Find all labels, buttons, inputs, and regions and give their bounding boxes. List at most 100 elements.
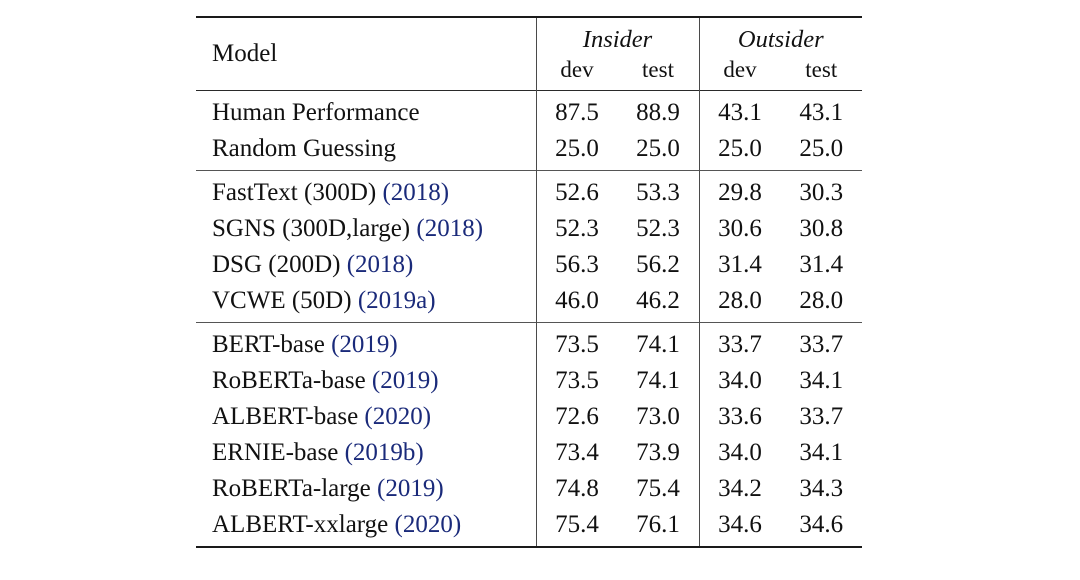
cell-insider-dev: 56.3 [535, 246, 618, 282]
cell-outsider-test: 34.3 [799, 474, 844, 502]
table-row: VCWE (50D) (2019a) 46.0 46.2 28.0 28.0 [196, 282, 862, 322]
cell-insider-dev: 46.0 [535, 282, 618, 322]
table-bottom-rule [196, 545, 862, 549]
cell-outsider-test: 30.8 [799, 214, 844, 242]
cell-model-name: SGNS (300D,large) (2018) [196, 210, 536, 246]
citation-link[interactable]: (2019) [325, 331, 398, 358]
column-group-header-insider: Insider [535, 18, 699, 56]
model-name-text: SGNS (300D,large) [212, 214, 411, 242]
column-header-insider-test: test [642, 56, 674, 82]
cell-insider-test: 88.9 [636, 98, 680, 126]
cell-outsider-dev: 29.8 [698, 170, 781, 210]
cell-outsider-dev: 34.2 [698, 470, 781, 506]
cell-model-name: ALBERT-base (2020) [196, 398, 536, 434]
model-name-text: RoBERTa-large [212, 474, 371, 502]
model-name-text: DSG (200D) [212, 250, 341, 278]
cell-outsider-dev: 33.6 [698, 398, 781, 434]
cell-insider-test: 74.1 [636, 330, 680, 358]
cell-outsider-dev: 33.7 [698, 322, 781, 362]
citation-link[interactable]: (2019) [366, 367, 439, 394]
table-row: RoBERTa-large (2019) 74.8 75.4 34.2 34.3 [196, 470, 862, 506]
cell-insider-test: 25.0 [636, 134, 680, 162]
cell-insider-test: 53.3 [636, 178, 680, 206]
cell-model-name: RoBERTa-large (2019) [196, 470, 536, 506]
table-row: ALBERT-xxlarge (2020) 75.4 76.1 34.6 34.6 [196, 506, 862, 547]
table-row: RoBERTa-base (2019) 73.5 74.1 34.0 34.1 [196, 362, 862, 398]
cell-outsider-test: 28.0 [799, 286, 844, 314]
citation-link[interactable]: (2019b) [338, 439, 424, 466]
cell-model-name: Random Guessing [196, 130, 536, 170]
cell-outsider-dev: 25.0 [698, 130, 781, 170]
cell-model-name: Human Performance [196, 91, 536, 131]
table-row: ERNIE-base (2019b) 73.4 73.9 34.0 34.1 [196, 434, 862, 470]
column-header-outsider-test: test [805, 56, 838, 82]
cell-insider-test: 73.9 [636, 438, 680, 466]
cell-insider-test: 75.4 [636, 474, 680, 502]
model-name-text: ALBERT-xxlarge [212, 510, 389, 538]
cell-outsider-dev: 31.4 [698, 246, 781, 282]
cell-outsider-dev: 34.0 [698, 362, 781, 398]
table-row: BERT-base (2019) 73.5 74.1 33.7 33.7 [196, 322, 862, 363]
citation-link[interactable]: (2020) [358, 403, 431, 430]
model-name-text: BERT-base [212, 330, 325, 358]
cell-insider-dev: 73.4 [535, 434, 618, 470]
table-row: Random Guessing 25.0 25.0 25.0 25.0 [196, 130, 862, 170]
model-name-text: Human Performance [212, 98, 420, 126]
table-row: ALBERT-base (2020) 72.6 73.0 33.6 33.7 [196, 398, 862, 434]
model-name-text: RoBERTa-base [212, 366, 366, 394]
column-header-model: Model [212, 40, 278, 68]
cell-outsider-dev: 34.6 [698, 506, 781, 547]
cell-outsider-dev: 43.1 [698, 90, 781, 130]
model-name-text: VCWE (50D) [212, 286, 352, 314]
cell-insider-test: 52.3 [636, 214, 680, 242]
cell-outsider-test: 33.7 [799, 402, 844, 430]
cell-outsider-dev: 34.0 [698, 434, 781, 470]
cell-insider-test: 76.1 [636, 510, 680, 538]
cell-insider-dev: 25.0 [535, 130, 618, 170]
results-table: Model Insider Outsider dev test dev test Human … [196, 16, 862, 549]
table-row: Human Performance 87.5 88.9 43.1 43.1 [196, 90, 862, 131]
cell-outsider-test: 34.6 [799, 510, 844, 538]
cell-outsider-test: 43.1 [799, 98, 844, 126]
cell-model-name: ALBERT-xxlarge (2020) [196, 506, 536, 547]
cell-insider-dev: 74.8 [535, 470, 618, 506]
table-row: SGNS (300D,large) (2018) 52.3 52.3 30.6 30.8 [196, 210, 862, 246]
cell-insider-dev: 75.4 [535, 506, 618, 547]
cell-insider-test: 74.1 [636, 366, 680, 394]
cell-outsider-test: 34.1 [799, 438, 844, 466]
cell-insider-dev: 72.6 [535, 398, 618, 434]
citation-link[interactable]: (2019a) [352, 287, 436, 314]
cell-model-name: FastText (300D) (2018) [196, 171, 536, 211]
model-name-text: ERNIE-base [212, 438, 339, 466]
cell-outsider-dev: 30.6 [698, 210, 781, 246]
cell-outsider-test: 33.7 [799, 330, 844, 358]
table-row: FastText (300D) (2018) 52.6 53.3 29.8 30.3 [196, 170, 862, 211]
cell-outsider-test: 31.4 [799, 250, 844, 278]
model-name-text: FastText (300D) [212, 178, 377, 206]
results-table-container: Model Insider Outsider dev test dev test Human … [196, 16, 862, 549]
cell-outsider-dev: 28.0 [698, 282, 781, 322]
citation-link[interactable]: (2018) [376, 179, 449, 206]
cell-outsider-test: 30.3 [799, 178, 844, 206]
cell-insider-dev: 73.5 [535, 362, 618, 398]
cell-insider-dev: 52.3 [535, 210, 618, 246]
cell-insider-dev: 73.5 [535, 322, 618, 362]
cell-model-name: ERNIE-base (2019b) [196, 434, 536, 470]
column-header-outsider-dev: dev [698, 55, 781, 90]
citation-link[interactable]: (2020) [388, 511, 462, 538]
table-header-group-row: Model Insider Outsider [196, 18, 862, 66]
cell-outsider-test: 25.0 [799, 134, 844, 162]
model-name-text: Random Guessing [212, 134, 397, 162]
citation-link[interactable]: (2019) [371, 475, 444, 502]
cell-insider-dev: 87.5 [535, 90, 618, 130]
cell-insider-dev: 52.6 [535, 170, 618, 210]
table-row: DSG (200D) (2018) 56.3 56.2 31.4 31.4 [196, 246, 862, 282]
model-name-text: ALBERT-base [212, 402, 359, 430]
citation-link[interactable]: (2018) [340, 251, 414, 278]
cell-insider-test: 56.2 [636, 250, 680, 278]
cell-outsider-test: 34.1 [799, 366, 844, 394]
cell-model-name: BERT-base (2019) [196, 323, 536, 363]
column-header-insider-dev: dev [535, 55, 618, 90]
cell-insider-test: 46.2 [636, 286, 680, 314]
citation-link[interactable]: (2018) [410, 215, 483, 242]
